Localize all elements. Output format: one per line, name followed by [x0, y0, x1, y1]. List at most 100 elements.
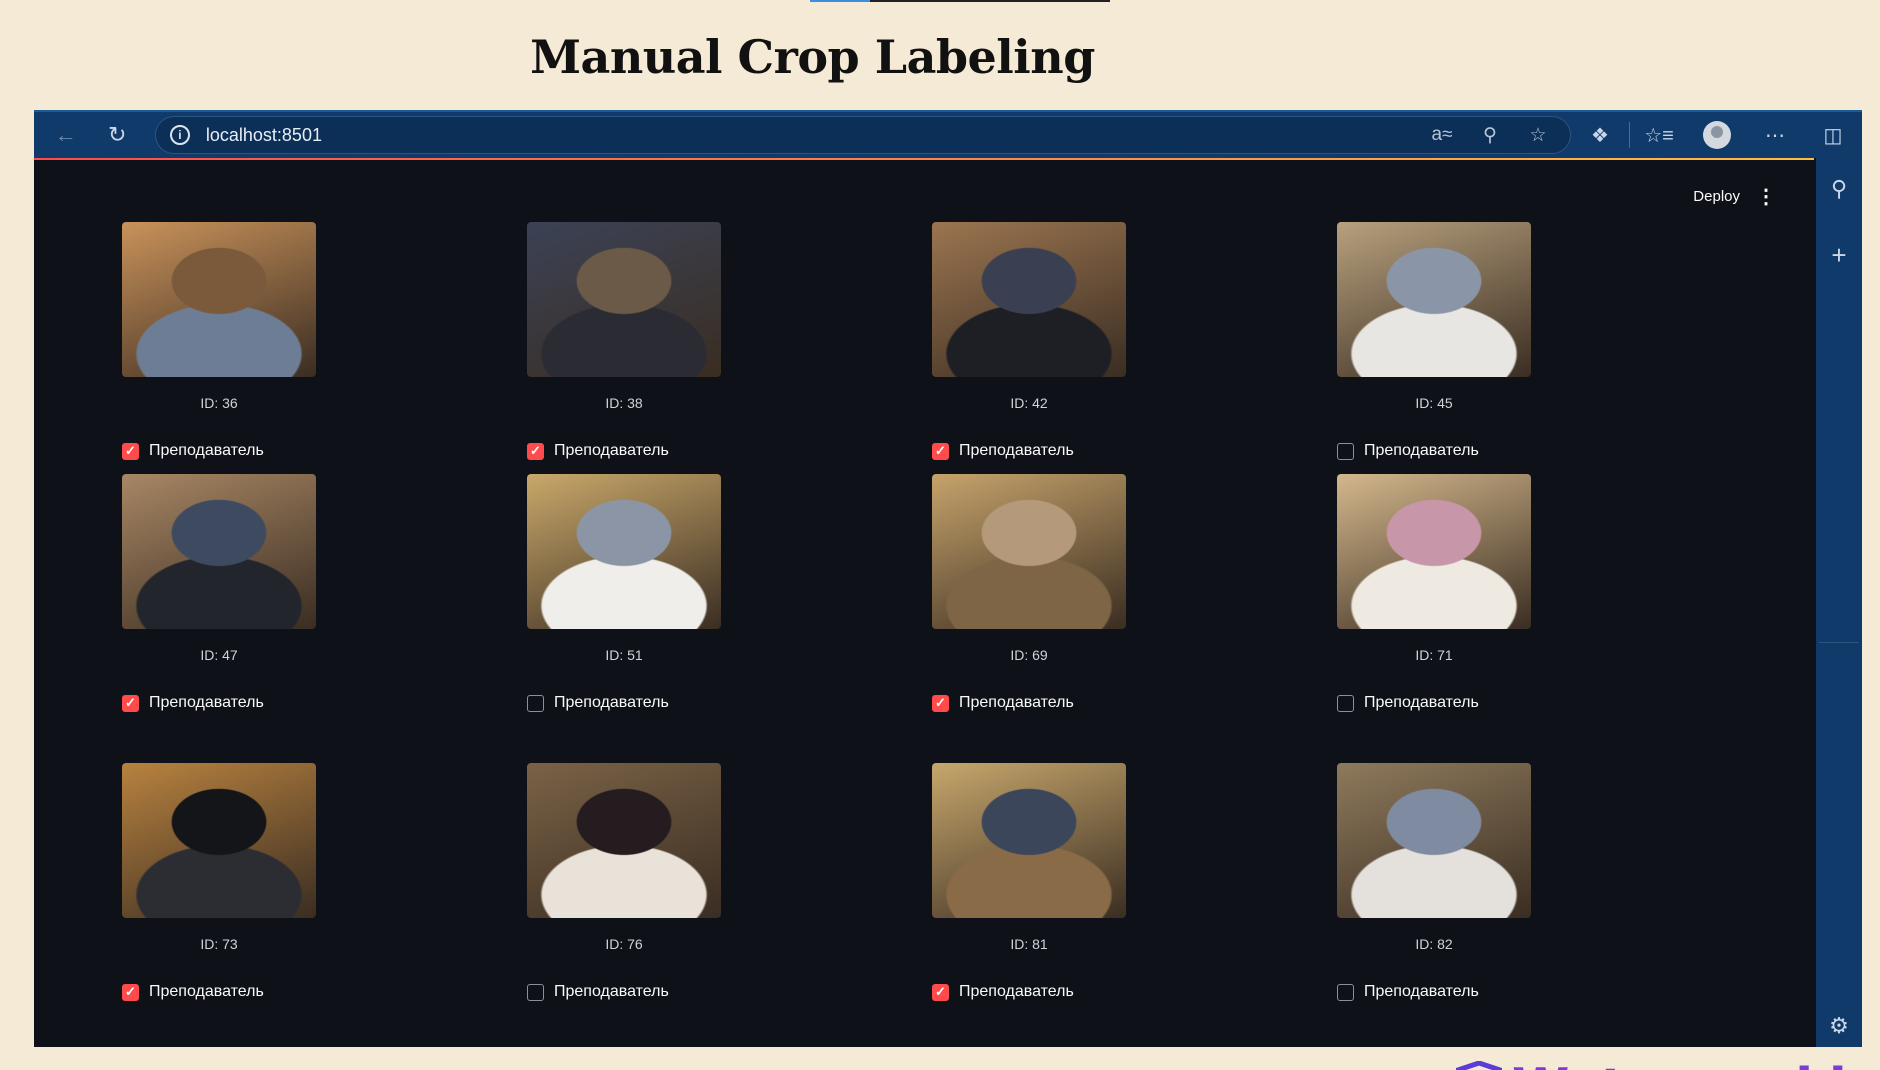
reload-icon[interactable]: ↻: [97, 122, 136, 148]
checkbox-box[interactable]: ✓: [122, 442, 139, 460]
settings-gear-icon[interactable]: ⚙: [1829, 1013, 1849, 1039]
add-icon[interactable]: +: [1831, 240, 1846, 271]
checkbox-label[interactable]: Преподаватель: [149, 694, 264, 712]
browser-side-panel: ⚲ + ⚙: [1816, 158, 1862, 1047]
slide-title: Manual Crop Labeling: [530, 30, 1095, 84]
favorite-star-icon[interactable]: ☆: [1514, 124, 1562, 147]
sidebar-toggle-icon[interactable]: ◫: [1804, 123, 1862, 148]
crop-image: [527, 763, 721, 918]
crop-id-label: ID: 47: [200, 647, 238, 663]
crop-image: [1337, 222, 1531, 377]
teacher-checkbox[interactable]: Преподаватель: [1337, 694, 1637, 712]
teacher-checkbox[interactable]: Преподаватель: [1337, 983, 1637, 1001]
crop-image: [1337, 763, 1531, 918]
checkbox-label[interactable]: Преподаватель: [554, 983, 669, 1001]
crop-card: ID: 71 Преподаватель: [1337, 474, 1637, 712]
extensions-icon[interactable]: ❖: [1571, 123, 1629, 148]
teacher-checkbox[interactable]: Преподаватель: [527, 983, 827, 1001]
crop-id-label: ID: 81: [1010, 936, 1048, 952]
checkbox-label[interactable]: Преподаватель: [554, 694, 669, 712]
main-menu-icon[interactable]: ⋮: [1756, 184, 1776, 209]
crop-card: ID: 82 Преподаватель: [1337, 763, 1637, 1001]
checkbox-box[interactable]: ✓: [932, 442, 949, 460]
checkbox-label[interactable]: Преподаватель: [149, 442, 264, 460]
checkbox-box[interactable]: [527, 983, 544, 1001]
crop-id-label: ID: 69: [1010, 647, 1048, 663]
checkbox-box[interactable]: [527, 694, 544, 712]
address-bar[interactable]: i localhost:8501 a≈ ⚲ ☆: [154, 116, 1571, 154]
checkbox-box[interactable]: ✓: [932, 983, 949, 1001]
teacher-checkbox[interactable]: ✓ Преподаватель: [122, 694, 422, 712]
crop-card: ID: 81 ✓ Преподаватель: [932, 763, 1232, 1001]
top-accent-line: [810, 0, 1110, 2]
crop-image: [1337, 474, 1531, 629]
crop-id-label: ID: 71: [1415, 647, 1453, 663]
info-icon[interactable]: i: [169, 125, 190, 145]
back-arrow-icon[interactable]: ←: [46, 122, 85, 148]
checkbox-label[interactable]: Преподаватель: [1364, 694, 1479, 712]
crop-image: [122, 763, 316, 918]
crop-image: [932, 474, 1126, 629]
teacher-checkbox[interactable]: ✓ Преподаватель: [932, 983, 1232, 1001]
checkbox-box[interactable]: ✓: [122, 694, 139, 712]
checkbox-label[interactable]: Преподаватель: [959, 983, 1074, 1001]
browser-toolbar: ← ↻ i localhost:8501 a≈ ⚲ ☆ ❖ ☆≡ ⋯ ◫: [34, 112, 1862, 158]
checkbox-box[interactable]: [1337, 694, 1354, 712]
checkbox-box[interactable]: ✓: [527, 442, 544, 460]
url-text[interactable]: localhost:8501: [206, 125, 322, 146]
crop-image: [527, 222, 721, 377]
search-icon[interactable]: ⚲: [1831, 176, 1847, 202]
teacher-checkbox[interactable]: ✓ Преподаватель: [122, 442, 422, 460]
crop-card: ID: 36 ✓ Преподаватель: [122, 222, 422, 460]
deploy-button[interactable]: Deploy: [1693, 188, 1740, 205]
crop-id-label: ID: 73: [200, 936, 238, 952]
checkbox-label[interactable]: Преподаватель: [554, 442, 669, 460]
watermark-text: Watermarkly: [1512, 1058, 1880, 1070]
crop-image: [122, 222, 316, 377]
checkbox-label[interactable]: Преподаватель: [959, 694, 1074, 712]
teacher-checkbox[interactable]: Преподаватель: [1337, 442, 1637, 460]
crop-card: ID: 47 ✓ Преподаватель: [122, 474, 422, 712]
checkbox-label[interactable]: Преподаватель: [149, 983, 264, 1001]
crop-id-label: ID: 38: [605, 395, 643, 411]
checkbox-label[interactable]: Преподаватель: [959, 442, 1074, 460]
teacher-checkbox[interactable]: ✓ Преподаватель: [932, 442, 1232, 460]
crop-image: [527, 474, 721, 629]
crop-card: ID: 73 ✓ Преподаватель: [122, 763, 422, 1001]
more-icon[interactable]: ⋯: [1746, 123, 1804, 148]
app-header-decoration: [34, 158, 1814, 160]
favorites-list-icon[interactable]: ☆≡: [1630, 123, 1688, 148]
crop-id-label: ID: 76: [605, 936, 643, 952]
crop-card: ID: 76 Преподаватель: [527, 763, 827, 1001]
checkbox-label[interactable]: Преподаватель: [1364, 983, 1479, 1001]
teacher-checkbox[interactable]: ✓ Преподаватель: [527, 442, 827, 460]
crop-card: ID: 42 ✓ Преподаватель: [932, 222, 1232, 460]
profile-avatar-icon[interactable]: [1703, 121, 1731, 149]
crop-card: ID: 51 Преподаватель: [527, 474, 827, 712]
shield-icon: [1456, 1061, 1502, 1070]
checkbox-label[interactable]: Преподаватель: [1364, 442, 1479, 460]
teacher-checkbox[interactable]: Преподаватель: [527, 694, 827, 712]
crop-id-label: ID: 36: [200, 395, 238, 411]
teacher-checkbox[interactable]: ✓ Преподаватель: [932, 694, 1232, 712]
crop-card: ID: 45 Преподаватель: [1337, 222, 1637, 460]
crop-image: [122, 474, 316, 629]
zoom-out-icon[interactable]: ⚲: [1466, 124, 1514, 147]
crop-card: ID: 38 ✓ Преподаватель: [527, 222, 827, 460]
watermark: Watermarkly: [1456, 1058, 1880, 1070]
crop-id-label: ID: 82: [1415, 936, 1453, 952]
crop-card: ID: 69 ✓ Преподаватель: [932, 474, 1232, 712]
side-panel-divider: [1819, 641, 1859, 643]
crop-image: [932, 763, 1126, 918]
checkbox-box[interactable]: [1337, 442, 1354, 460]
crop-id-label: ID: 45: [1415, 395, 1453, 411]
crop-image: [932, 222, 1126, 377]
checkbox-box[interactable]: [1337, 983, 1354, 1001]
crop-id-label: ID: 42: [1010, 395, 1048, 411]
crop-id-label: ID: 51: [605, 647, 643, 663]
teacher-checkbox[interactable]: ✓ Преподаватель: [122, 983, 422, 1001]
checkbox-box[interactable]: ✓: [122, 983, 139, 1001]
browser-window: ← ↻ i localhost:8501 a≈ ⚲ ☆ ❖ ☆≡ ⋯ ◫ ⚲ +…: [34, 110, 1880, 1070]
translate-icon[interactable]: a≈: [1418, 124, 1466, 146]
checkbox-box[interactable]: ✓: [932, 694, 949, 712]
